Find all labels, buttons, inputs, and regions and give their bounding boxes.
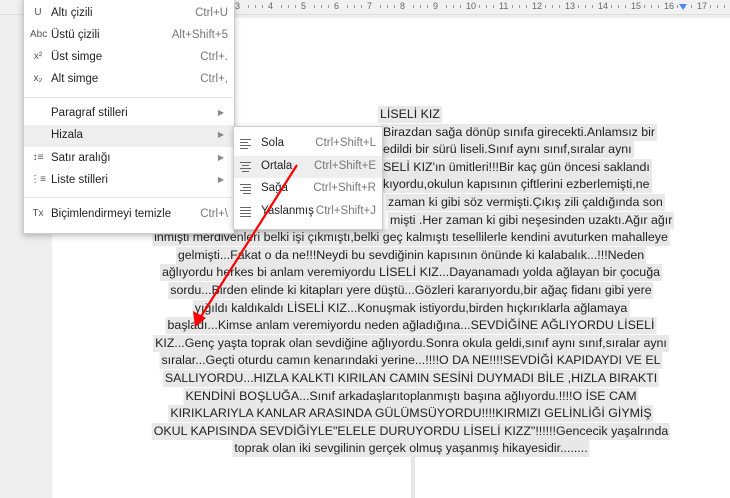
ruler-indent-marker[interactable] <box>679 4 687 10</box>
text-cursor-line <box>411 456 415 498</box>
annotation-arrow <box>193 164 298 327</box>
